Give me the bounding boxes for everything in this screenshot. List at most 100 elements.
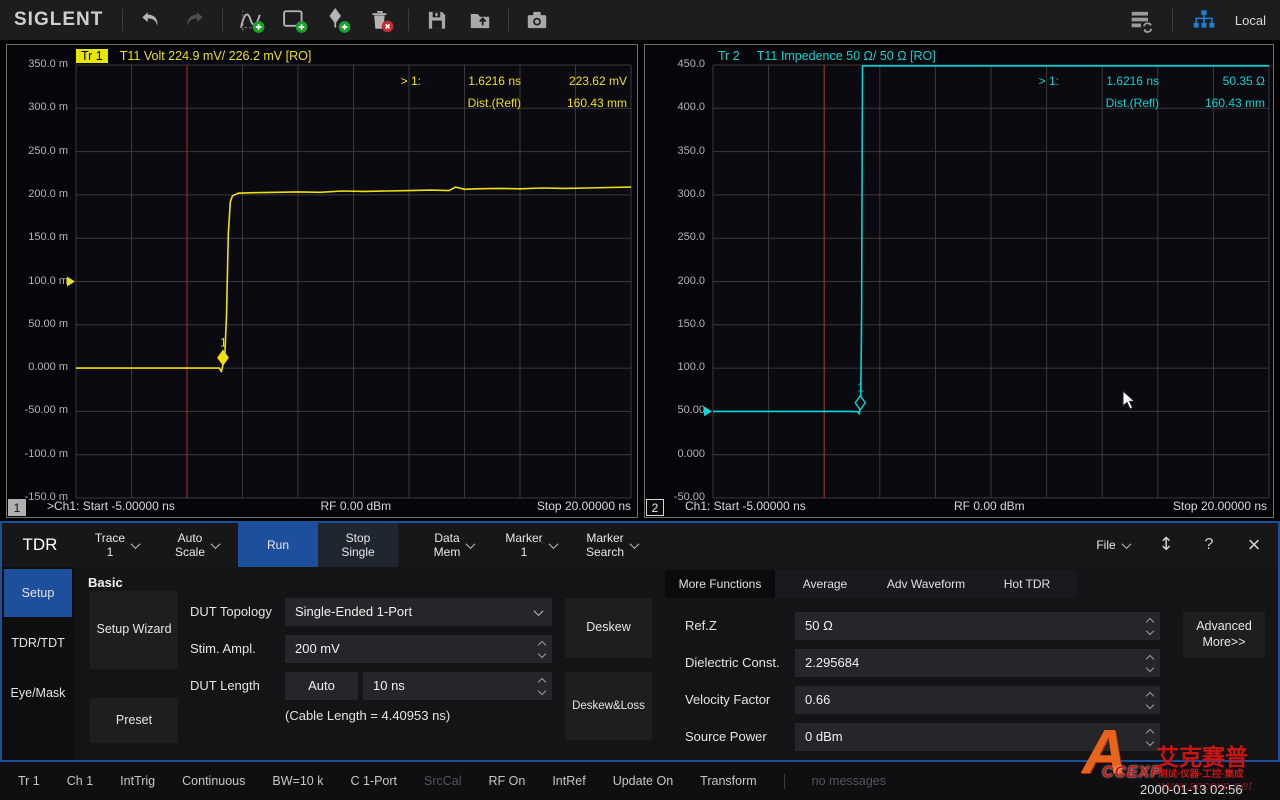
- marker-readout-cell: > 1:: [981, 70, 1059, 92]
- menu-file[interactable]: File: [1082, 523, 1144, 567]
- trace-label-chip[interactable]: Tr 1: [76, 49, 108, 63]
- marker-readout-cell: > 1:: [343, 70, 421, 92]
- dut-length-auto-button[interactable]: Auto: [285, 672, 358, 700]
- system-status-icon[interactable]: [1126, 5, 1156, 35]
- dut-topology-select[interactable]: Single-Ended 1-Port: [285, 598, 552, 626]
- menu-data-mem[interactable]: DataMem: [414, 523, 494, 567]
- spinner-arrows[interactable]: [539, 642, 545, 657]
- window-number-badge[interactable]: 2: [646, 499, 664, 516]
- y-axis-label: 100.0 m: [1, 275, 68, 287]
- plot-area[interactable]: 1: [76, 65, 631, 498]
- plot-area[interactable]: 1: [713, 65, 1269, 498]
- setup-wizard-button[interactable]: Setup Wizard: [90, 591, 178, 669]
- chevron-down-icon: [534, 606, 544, 616]
- recall-file-icon[interactable]: [465, 5, 495, 35]
- plot-svg: 1: [713, 65, 1269, 498]
- status-item: no messages: [812, 774, 886, 788]
- velocity-factor-input[interactable]: 0.66: [795, 686, 1160, 714]
- chart-footer: >Ch1: Start -5.00000 ns RF 0.00 dBm Stop…: [47, 499, 631, 515]
- y-axis-label: 200.0 m: [1, 188, 68, 200]
- dielectric-const-input[interactable]: 2.295684: [795, 649, 1160, 677]
- sidebar-item-tdr-tdt[interactable]: TDR/TDT: [4, 623, 72, 663]
- marker-number: 1: [220, 336, 227, 350]
- undo-icon[interactable]: [136, 5, 166, 35]
- marker-readout: > 1:1.6216 ns223.62 mVDist.(Refl)160.43 …: [343, 70, 627, 114]
- ref-z-label: Ref.Z: [685, 612, 717, 640]
- chevron-down-icon: [466, 539, 476, 549]
- y-axis-label: 150.0 m: [1, 231, 68, 243]
- status-item: SrcCal: [424, 774, 462, 788]
- chart-tr2: Tr 2 T11 Impedence 50 Ω/ 50 Ω [RO] 1 450…: [644, 44, 1274, 518]
- separator: [784, 774, 785, 789]
- stim-ampl-input[interactable]: 200 mV: [285, 635, 552, 663]
- status-items: Tr 1Ch 1IntTrigContinuousBW=10 kC 1-Port…: [18, 774, 886, 789]
- move-panel-icon[interactable]: ↕: [1144, 523, 1188, 567]
- status-bar: Tr 1Ch 1IntTrigContinuousBW=10 kC 1-Port…: [0, 762, 1280, 800]
- y-axis-label: 300.0: [639, 188, 705, 200]
- marker-readout-cell: Dist.(Refl): [1059, 92, 1159, 114]
- menu-trace[interactable]: Trace1: [78, 523, 156, 567]
- status-item: C 1-Port: [350, 774, 397, 788]
- tab-more-functions[interactable]: More Functions: [665, 570, 775, 598]
- add-trace-icon[interactable]: [236, 5, 266, 35]
- help-icon[interactable]: ?: [1188, 523, 1230, 567]
- tab-hot-tdr[interactable]: Hot TDR: [977, 570, 1077, 598]
- status-item: Continuous: [182, 774, 245, 788]
- function-tabs: More Functions Average Adv Waveform Hot …: [665, 570, 1077, 598]
- tab-adv-waveform[interactable]: Adv Waveform: [875, 570, 977, 598]
- stop-single-button[interactable]: StopSingle: [318, 523, 398, 567]
- panel-content: Basic Setup Wizard Preset DUT Topology S…: [74, 567, 1278, 760]
- redo-icon[interactable]: [179, 5, 209, 35]
- run-button[interactable]: Run: [238, 523, 318, 567]
- preset-button[interactable]: Preset: [90, 698, 178, 743]
- dut-length-input[interactable]: 10 ns: [363, 672, 552, 700]
- spinner-arrows[interactable]: [1147, 730, 1153, 745]
- local-remote-label[interactable]: Local: [1235, 13, 1266, 28]
- deskew-loss-button[interactable]: Deskew&Loss: [565, 672, 652, 740]
- advanced-more-button[interactable]: Advanced More>>: [1183, 612, 1265, 658]
- chevron-down-icon: [1121, 539, 1131, 549]
- mouse-cursor: [1122, 390, 1136, 415]
- screenshot-icon[interactable]: [522, 5, 552, 35]
- close-panel-icon[interactable]: ×: [1230, 523, 1278, 567]
- toolbar-right-group: Local: [1126, 5, 1266, 35]
- spinner-arrows[interactable]: [539, 679, 545, 694]
- y-axis-label: -100.0 m: [1, 448, 68, 460]
- delete-trace-icon[interactable]: [365, 5, 395, 35]
- spinner-arrows[interactable]: [1147, 656, 1153, 671]
- add-window-icon[interactable]: [279, 5, 309, 35]
- spinner-arrows[interactable]: [1147, 693, 1153, 708]
- add-marker-icon[interactable]: [322, 5, 352, 35]
- sidebar-item-setup[interactable]: Setup: [4, 569, 72, 617]
- trace-label-chip[interactable]: Tr 2: [713, 49, 745, 63]
- deskew-button[interactable]: Deskew: [565, 598, 652, 658]
- y-axis-label: 150.0: [639, 318, 705, 330]
- marker-diamond[interactable]: [218, 351, 228, 365]
- status-item: Update On: [613, 774, 673, 788]
- marker-diamond[interactable]: [855, 396, 865, 410]
- marker-readout-cell: [343, 92, 421, 114]
- spinner-arrows[interactable]: [1147, 619, 1153, 634]
- dut-length-label: DUT Length: [190, 672, 260, 700]
- top-toolbar: SIGLENT: [0, 0, 1280, 40]
- marker-number: 1: [857, 381, 864, 395]
- save-icon[interactable]: [422, 5, 452, 35]
- panel-body: Setup TDR/TDT Eye/Mask Basic Setup Wizar…: [2, 567, 1278, 760]
- sweep-start-label: >Ch1: Start -5.00000 ns: [47, 499, 175, 515]
- menu-marker-search[interactable]: MarkerSearch: [568, 523, 656, 567]
- lan-icon[interactable]: [1189, 5, 1219, 35]
- status-item: Tr 1: [18, 774, 40, 788]
- menu-marker[interactable]: Marker1: [494, 523, 568, 567]
- marker-readout-cell: 223.62 mV: [521, 70, 627, 92]
- window-number-badge[interactable]: 1: [8, 499, 26, 516]
- tab-average[interactable]: Average: [775, 570, 875, 598]
- sidebar-item-eye-mask[interactable]: Eye/Mask: [4, 673, 72, 713]
- trace-title-row: Tr 2 T11 Impedence 50 Ω/ 50 Ω [RO]: [713, 47, 936, 64]
- marker-readout-cell: 50.35 Ω: [1159, 70, 1265, 92]
- ref-z-input[interactable]: 50 Ω: [795, 612, 1160, 640]
- y-axis-label: 100.0: [639, 361, 705, 373]
- menu-auto-scale[interactable]: AutoScale: [156, 523, 238, 567]
- source-power-input[interactable]: 0 dBm: [795, 723, 1160, 751]
- status-item: IntRef: [552, 774, 585, 788]
- toolbar-divider: [1172, 9, 1173, 31]
